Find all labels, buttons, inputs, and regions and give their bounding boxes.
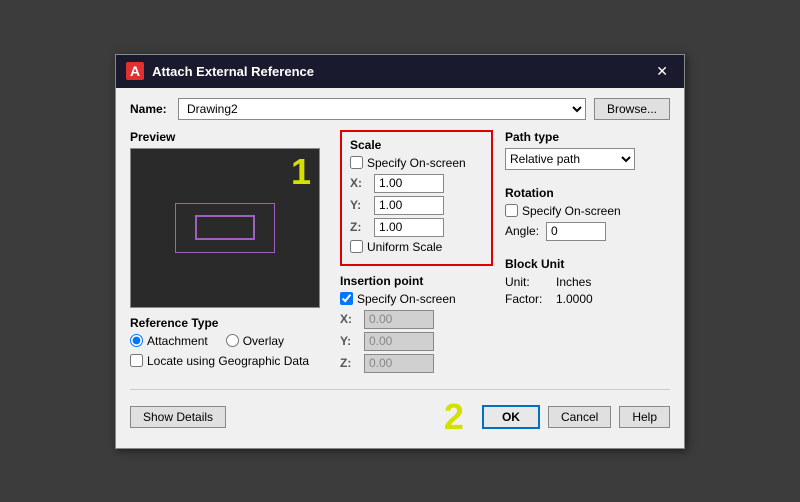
insertion-y-row: Y:	[340, 332, 493, 351]
unit-row: Unit: Inches	[505, 275, 670, 289]
scale-specify-onscreen-row: Specify On-screen	[350, 156, 483, 170]
title-bar-left: A Attach External Reference	[126, 62, 314, 80]
left-column: Preview 1 Reference Type Attachment	[130, 130, 330, 381]
insertion-z-row: Z:	[340, 354, 493, 373]
rotation-specify-label: Specify On-screen	[522, 204, 621, 218]
scale-z-label: Z:	[350, 220, 368, 234]
attach-external-reference-dialog: A Attach External Reference ✕ Name: Draw…	[115, 54, 685, 449]
insertion-y-input[interactable]	[364, 332, 434, 351]
close-button[interactable]: ✕	[650, 61, 674, 82]
rotation-specify-row: Specify On-screen	[505, 204, 670, 218]
attachment-radio[interactable]	[130, 334, 143, 347]
attachment-radio-label[interactable]: Attachment	[130, 334, 208, 348]
dialog-title: Attach External Reference	[152, 64, 314, 79]
title-bar: A Attach External Reference ✕	[116, 55, 684, 88]
angle-row: Angle:	[505, 222, 670, 241]
browse-button[interactable]: Browse...	[594, 98, 670, 120]
factor-label: Factor:	[505, 292, 550, 306]
angle-label: Angle:	[505, 224, 540, 238]
preview-inner	[195, 215, 255, 240]
scale-y-label: Y:	[350, 198, 368, 212]
locate-geo-checkbox[interactable]	[130, 354, 143, 367]
scale-section: Scale Specify On-screen X: Y:	[340, 130, 493, 266]
scale-specify-onscreen-checkbox[interactable]	[350, 156, 363, 169]
rotation-section: Rotation Specify On-screen Angle:	[505, 186, 670, 241]
bottom-row: Show Details 2 OK Cancel Help	[130, 389, 670, 438]
path-type-label: Path type	[505, 130, 670, 144]
path-type-select[interactable]: Relative path Full path No path	[505, 148, 635, 170]
preview-label: Preview	[130, 130, 330, 144]
bottom-buttons: 2 OK Cancel Help	[444, 396, 670, 438]
uniform-scale-row: Uniform Scale	[350, 240, 483, 254]
scale-z-input[interactable]	[374, 218, 444, 237]
scale-z-row: Z:	[350, 218, 483, 237]
insertion-z-input[interactable]	[364, 354, 434, 373]
unit-label: Unit:	[505, 275, 550, 289]
locate-geo-label: Locate using Geographic Data	[147, 354, 309, 368]
overlay-radio[interactable]	[226, 334, 239, 347]
path-type-section: Path type Relative path Full path No pat…	[505, 130, 670, 170]
name-label: Name:	[130, 102, 170, 116]
reference-type-label: Reference Type	[130, 316, 330, 330]
cancel-button[interactable]: Cancel	[548, 406, 611, 428]
annotation-2: 2	[444, 396, 464, 438]
locate-geo-row: Locate using Geographic Data	[130, 354, 330, 368]
scale-specify-onscreen-label: Specify On-screen	[367, 156, 466, 170]
overlay-radio-label[interactable]: Overlay	[226, 334, 284, 348]
insertion-z-label: Z:	[340, 356, 358, 370]
autocad-logo: A	[126, 62, 144, 80]
insertion-specify-row: Specify On-screen	[340, 292, 493, 306]
uniform-scale-checkbox[interactable]	[350, 240, 363, 253]
insertion-x-label: X:	[340, 312, 358, 326]
angle-input[interactable]	[546, 222, 606, 241]
insertion-x-input[interactable]	[364, 310, 434, 329]
reference-type-section: Reference Type Attachment Overlay	[130, 316, 330, 368]
insertion-specify-label: Specify On-screen	[357, 292, 456, 306]
help-button[interactable]: Help	[619, 406, 670, 428]
dialog-body: Name: Drawing2 Browse... Preview 1 Refer…	[116, 88, 684, 448]
insertion-point-title: Insertion point	[340, 274, 493, 288]
scale-x-label: X:	[350, 176, 368, 190]
radio-row: Attachment Overlay	[130, 334, 330, 348]
name-row: Name: Drawing2 Browse...	[130, 98, 670, 120]
factor-value: 1.0000	[556, 292, 593, 306]
insertion-x-row: X:	[340, 310, 493, 329]
insertion-specify-checkbox[interactable]	[340, 292, 353, 305]
annotation-1: 1	[291, 151, 311, 193]
block-unit-title: Block Unit	[505, 257, 670, 271]
rotation-title: Rotation	[505, 186, 670, 200]
right-column: Scale Specify On-screen X: Y:	[340, 130, 670, 381]
scale-y-input[interactable]	[374, 196, 444, 215]
two-col-wrapper: Scale Specify On-screen X: Y:	[340, 130, 670, 381]
factor-row: Factor: 1.0000	[505, 292, 670, 306]
preview-drawing	[175, 203, 275, 253]
insertion-y-label: Y:	[340, 334, 358, 348]
block-unit-section: Block Unit Unit: Inches Factor: 1.0000	[505, 257, 670, 306]
scale-x-input[interactable]	[374, 174, 444, 193]
insertion-point-section: Insertion point Specify On-screen X: Y:	[340, 274, 493, 373]
two-col-right: Path type Relative path Full path No pat…	[505, 130, 670, 381]
two-col-left: Scale Specify On-screen X: Y:	[340, 130, 493, 381]
scale-y-row: Y:	[350, 196, 483, 215]
show-details-button[interactable]: Show Details	[130, 406, 226, 428]
uniform-scale-label: Uniform Scale	[367, 240, 442, 254]
rotation-specify-checkbox[interactable]	[505, 204, 518, 217]
scale-x-row: X:	[350, 174, 483, 193]
main-area: Preview 1 Reference Type Attachment	[130, 130, 670, 381]
ok-button[interactable]: OK	[482, 405, 540, 429]
name-select[interactable]: Drawing2	[178, 98, 586, 120]
scale-title: Scale	[350, 138, 483, 152]
preview-box: 1	[130, 148, 320, 308]
unit-value: Inches	[556, 275, 591, 289]
